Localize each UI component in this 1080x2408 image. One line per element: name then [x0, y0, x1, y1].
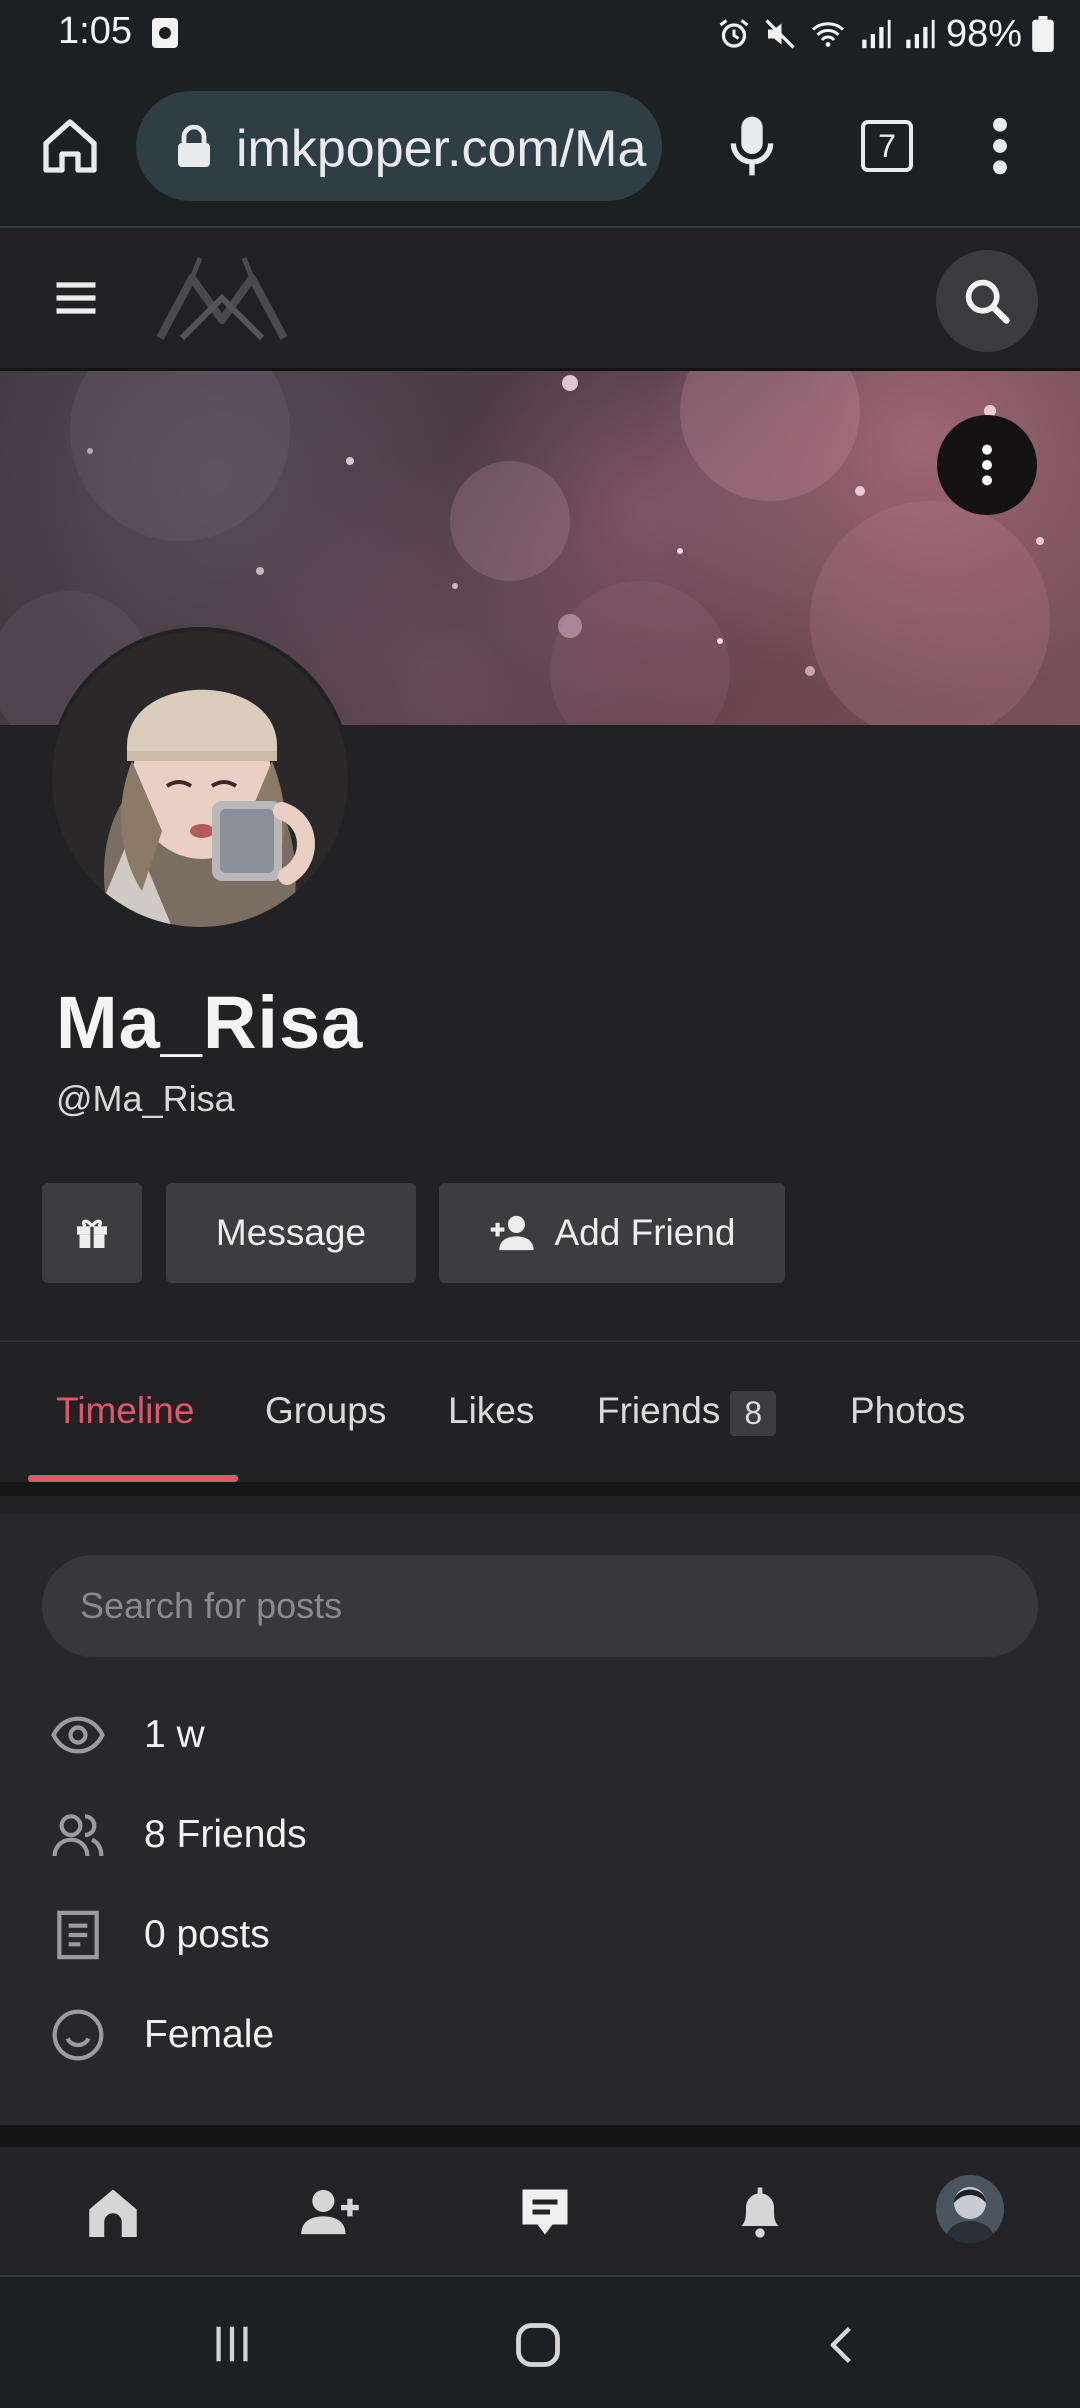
- eye-icon: [51, 1716, 105, 1754]
- back-icon[interactable]: [820, 2319, 864, 2371]
- info-friends: 8 Friends: [50, 1800, 307, 1870]
- bottom-separator: [0, 2125, 1080, 2147]
- tab-likes[interactable]: Likes: [448, 1390, 534, 1432]
- url-bar[interactable]: imkpoper.com/Ma: [136, 91, 662, 201]
- gift-button[interactable]: [42, 1183, 142, 1283]
- home-icon: [89, 2189, 137, 2237]
- bell-icon: [741, 2187, 779, 2238]
- alarm-icon: [719, 19, 749, 48]
- browser-menu-icon[interactable]: [980, 114, 1020, 178]
- lock-icon: [178, 125, 210, 167]
- tab-friends-label: Friends: [597, 1390, 721, 1431]
- posts-count: 0 posts: [144, 1913, 270, 1956]
- active-tab-indicator: [28, 1475, 238, 1482]
- profile-handle: @Ma_Risa: [56, 1078, 235, 1119]
- search-icon: [965, 279, 1010, 324]
- microphone-icon[interactable]: [724, 114, 780, 178]
- message-button-label: Message: [215, 1212, 367, 1253]
- system-navigation-bar: [0, 2277, 1080, 2408]
- profile-display-name: Ma_Risa: [56, 981, 364, 1064]
- mute-icon: [765, 19, 795, 49]
- smile-icon: [52, 2009, 104, 2061]
- nav-friend-requests[interactable]: [295, 2177, 365, 2247]
- tab-switcher-button[interactable]: 7: [861, 120, 913, 172]
- add-friend-button-label: Add Friend: [554, 1212, 736, 1253]
- home-icon[interactable]: [38, 114, 102, 178]
- info-gender: Female: [50, 2000, 274, 2070]
- posts-search-field[interactable]: [42, 1555, 1038, 1657]
- document-icon: [57, 1910, 99, 1960]
- add-person-icon: [301, 2189, 359, 2235]
- avatar-photo: [52, 631, 348, 927]
- home-button-icon[interactable]: [512, 2319, 564, 2371]
- nav-profile-avatar[interactable]: [936, 2175, 1004, 2243]
- site-logo[interactable]: [152, 248, 292, 348]
- users-icon: [52, 1814, 104, 1857]
- wifi-icon: [811, 22, 844, 47]
- more-vertical-icon: [982, 444, 992, 486]
- add-person-icon: [490, 1215, 534, 1251]
- info-posts: 0 posts: [50, 1900, 270, 1970]
- profile-tabs: Timeline Groups Likes Friends 8 Photos: [0, 1342, 1080, 1496]
- add-friend-button[interactable]: Add Friend: [439, 1183, 785, 1283]
- info-views: 1 w: [50, 1700, 205, 1770]
- user-avatar-photo: [936, 2175, 1004, 2243]
- browser-toolbar: imkpoper.com/Ma 7: [0, 68, 1080, 228]
- tab-timeline[interactable]: Timeline: [56, 1390, 194, 1432]
- tab-photos[interactable]: Photos: [850, 1390, 965, 1432]
- battery-percent: 98%: [945, 12, 1022, 55]
- site-search-button[interactable]: [936, 250, 1038, 352]
- status-bar: 1:05 98%: [0, 0, 1080, 68]
- signal-icon-2: [906, 19, 935, 49]
- screenshot-notification-icon: [152, 18, 178, 48]
- profile-avatar[interactable]: [48, 627, 352, 931]
- friends-count-badge: 8: [730, 1390, 777, 1436]
- message-button[interactable]: Message: [166, 1183, 416, 1283]
- tab-friends[interactable]: Friends 8: [597, 1390, 777, 1436]
- recent-apps-icon[interactable]: [208, 2321, 256, 2367]
- nav-home[interactable]: [78, 2177, 148, 2247]
- gender-value: Female: [144, 2013, 275, 2056]
- signal-icon: [862, 19, 891, 49]
- views-count: 1 w: [144, 1713, 205, 1756]
- profile-options-button[interactable]: [937, 415, 1037, 515]
- friends-count[interactable]: 8 Friends: [144, 1813, 307, 1857]
- url-text: imkpoper.com/Ma: [236, 120, 647, 178]
- tab-groups[interactable]: Groups: [265, 1390, 386, 1432]
- chat-icon: [522, 2189, 568, 2235]
- tab-count: 7: [878, 127, 896, 164]
- battery-icon: [1032, 16, 1054, 52]
- site-header: [0, 228, 1080, 371]
- nav-notifications[interactable]: [725, 2177, 795, 2247]
- status-time: 1:05: [58, 10, 132, 52]
- nav-messages[interactable]: [510, 2177, 580, 2247]
- bottom-nav: [0, 2147, 1080, 2277]
- status-icons: 98%: [716, 10, 1054, 58]
- hamburger-menu-icon[interactable]: [50, 272, 102, 324]
- gift-icon: [77, 1219, 107, 1248]
- posts-search-input[interactable]: [78, 1555, 982, 1657]
